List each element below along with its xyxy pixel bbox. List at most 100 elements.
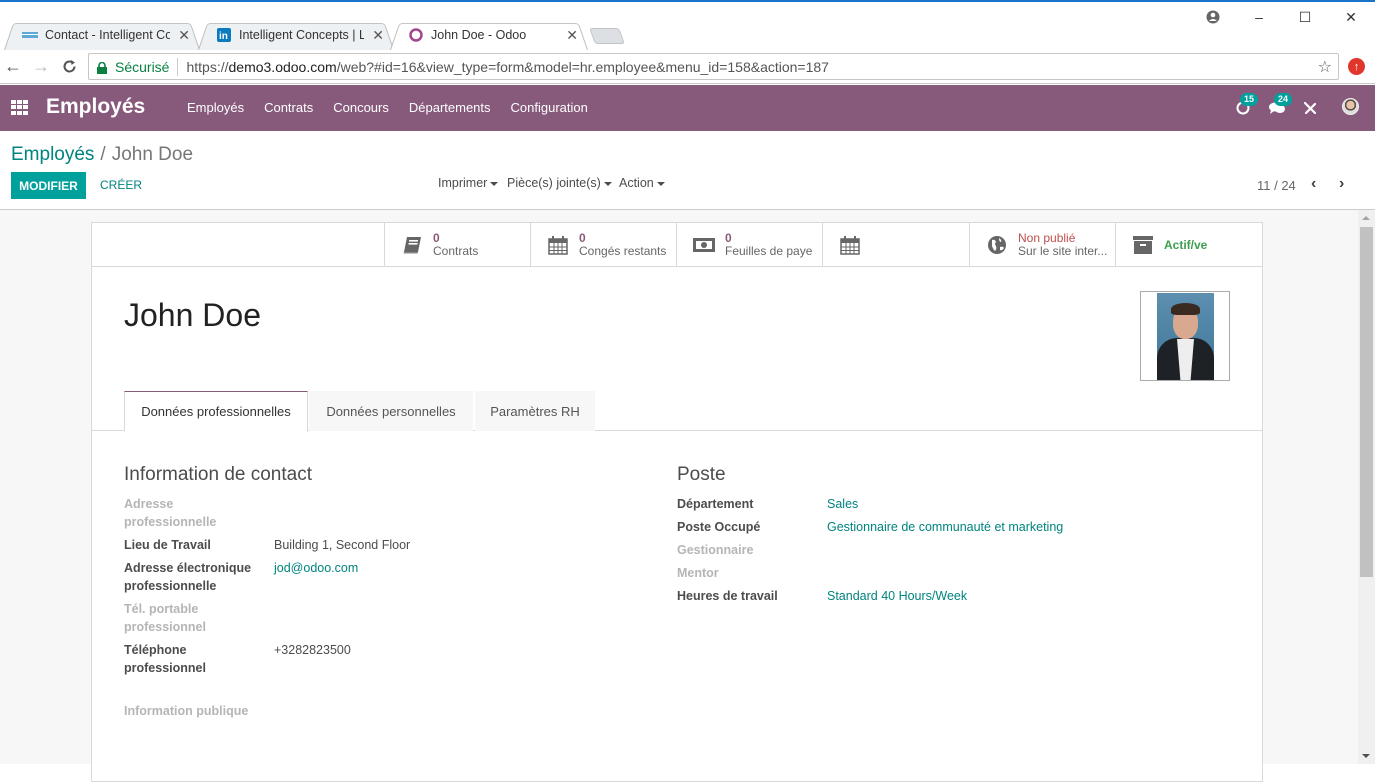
new-tab-button[interactable] xyxy=(589,28,625,44)
extension-icon[interactable]: ↑ xyxy=(1348,58,1365,75)
field-label-job-position: Poste Occupé xyxy=(677,520,761,534)
debug-tools-icon[interactable] xyxy=(1297,95,1323,121)
leaves-smart-button[interactable]: 0 Congés restants xyxy=(530,223,677,267)
messaging-button[interactable]: 24 xyxy=(1264,93,1293,121)
close-window-button[interactable]: ✕ xyxy=(1336,8,1366,26)
forward-icon[interactable]: → xyxy=(31,56,51,76)
field-value-working-hours[interactable]: Standard 40 Hours/Week xyxy=(827,587,967,605)
browser-tab-linkedin[interactable]: in Intelligent Concepts | Lin ✕ xyxy=(198,20,394,50)
calendar-icon xyxy=(839,235,861,255)
active-toggle-smart-button[interactable]: Actif/ve xyxy=(1115,223,1262,267)
field-label-work-email: Adresse électronique professionnelle xyxy=(124,561,252,593)
close-tab-icon[interactable]: ✕ xyxy=(178,27,190,44)
user-avatar[interactable] xyxy=(1342,98,1359,115)
tab-donnees-personnelles[interactable]: Données personnelles xyxy=(309,391,473,431)
field-value-work-phone: +3282823500 xyxy=(274,643,351,657)
website-publish-smart-button[interactable]: Non publié Sur le site inter... xyxy=(969,223,1116,267)
breadcrumb: Employés / John Doe xyxy=(11,144,194,165)
field-value-job-position[interactable]: Gestionnaire de communauté et marketing xyxy=(827,518,1063,536)
bookmark-star-icon[interactable]: ☆ xyxy=(1318,57,1332,77)
pager-next-icon[interactable]: › xyxy=(1339,175,1344,193)
url-input[interactable]: Sécurisé https://demo3.odoo.com/web?#id=… xyxy=(88,53,1339,80)
position-group-title: Poste xyxy=(677,464,726,485)
svg-text:in: in xyxy=(219,31,228,42)
address-bar: ← → Sécurisé https://demo3.odoo.com/web?… xyxy=(0,50,1375,84)
odoo-icon xyxy=(408,27,424,43)
scrollbar-thumb[interactable] xyxy=(1360,227,1373,577)
menu-employes[interactable]: Employés xyxy=(187,100,244,115)
caret-down-icon xyxy=(603,181,612,186)
create-button[interactable]: CRÉER xyxy=(100,178,142,192)
employee-photo[interactable] xyxy=(1140,291,1230,381)
menu-configuration[interactable]: Configuration xyxy=(511,100,588,115)
scroll-down-icon[interactable] xyxy=(1362,754,1370,758)
book-icon xyxy=(401,235,423,255)
field-label-work-phone: Téléphone professionnel xyxy=(124,643,206,675)
field-label-working-hours: Heures de travail xyxy=(677,589,778,603)
maximize-button[interactable]: ☐ xyxy=(1290,8,1320,26)
field-label-work-address: Adresse professionnelle xyxy=(124,497,217,529)
attachments-dropdown[interactable]: Pièce(s) jointe(s) xyxy=(507,176,612,190)
page-scrollbar[interactable] xyxy=(1358,210,1375,764)
close-tab-icon[interactable]: ✕ xyxy=(566,27,578,44)
profile-icon[interactable] xyxy=(1198,8,1228,26)
activity-count-badge: 15 xyxy=(1240,93,1259,106)
top-menu: Employés Contrats Concours Départements … xyxy=(187,100,608,115)
message-count-badge: 24 xyxy=(1274,93,1293,106)
print-dropdown[interactable]: Imprimer xyxy=(438,176,499,190)
app-name: Employés xyxy=(46,95,146,118)
field-label-work-location: Lieu de Travail xyxy=(124,538,211,552)
pager-value[interactable]: 11 / 24 xyxy=(1257,178,1296,193)
browser-tab-contact[interactable]: Contact - Intelligent Con ✕ xyxy=(4,20,200,50)
apps-menu-icon[interactable] xyxy=(11,100,28,115)
edit-button[interactable]: MODIFIER xyxy=(11,172,86,199)
secure-label: Sécurisé xyxy=(115,58,170,75)
browser-tabstrip: Contact - Intelligent Con ✕ in Intellige… xyxy=(0,20,1375,52)
tab-parametres-rh[interactable]: Paramètres RH xyxy=(475,391,595,431)
url-text: https://demo3.odoo.com/web?#id=16&view_t… xyxy=(186,58,829,75)
calendar-icon xyxy=(547,235,569,255)
calendar-smart-button[interactable] xyxy=(822,223,970,267)
control-panel: Employés / John Doe MODIFIER CRÉER Imprime… xyxy=(0,131,1375,210)
linkedin-icon: in xyxy=(216,27,232,43)
caret-down-icon xyxy=(490,181,499,186)
menu-concours[interactable]: Concours xyxy=(333,100,389,115)
employee-name: John Doe xyxy=(124,297,261,333)
field-value-department[interactable]: Sales xyxy=(827,495,858,513)
breadcrumb-current: John Doe xyxy=(111,144,194,165)
breadcrumb-employes[interactable]: Employés xyxy=(11,144,94,165)
payslips-smart-button[interactable]: 0 Feuilles de paye xyxy=(676,223,823,267)
close-tab-icon[interactable]: ✕ xyxy=(372,27,384,44)
field-label-coach: Mentor xyxy=(677,566,719,580)
field-value-work-email[interactable]: jod@odoo.com xyxy=(274,559,358,577)
browser-tab-odoo[interactable]: John Doe - Odoo ✕ xyxy=(390,20,588,50)
caret-down-icon xyxy=(656,181,665,186)
browser-tab-title: Intelligent Concepts | Lin xyxy=(239,28,365,42)
money-icon xyxy=(693,235,715,255)
activity-button[interactable]: 15 xyxy=(1230,93,1259,121)
lock-icon xyxy=(97,61,107,74)
field-value-work-location: Building 1, Second Floor xyxy=(274,538,411,552)
browser-tab-title: John Doe - Odoo xyxy=(431,28,527,42)
archive-icon xyxy=(1132,235,1154,255)
pager-previous-icon[interactable]: ‹ xyxy=(1311,175,1316,193)
scroll-up-icon[interactable] xyxy=(1362,216,1370,220)
notebook-tabs: Données professionnelles Données personn… xyxy=(92,391,1262,432)
contracts-smart-button[interactable]: 0 Contrats xyxy=(384,223,531,267)
form-sheet: 0 Contrats 0 Congés restants 0 Feuilles de … xyxy=(91,222,1263,782)
field-label-manager: Gestionnaire xyxy=(677,543,754,557)
tab-donnees-professionnelles[interactable]: Données professionnelles xyxy=(124,391,308,432)
back-icon[interactable]: ← xyxy=(3,56,23,76)
browser-titlebar: Contact - Intelligent Con ✕ in Intellige… xyxy=(0,0,1375,50)
menu-contrats[interactable]: Contrats xyxy=(264,100,313,115)
action-dropdown[interactable]: Action xyxy=(619,176,665,190)
minimize-button[interactable]: – xyxy=(1244,8,1274,26)
menu-departements[interactable]: Départements xyxy=(409,100,491,115)
smart-button-box: 0 Contrats 0 Congés restants 0 Feuilles de … xyxy=(92,223,1262,267)
globe-icon xyxy=(986,235,1008,255)
form-view: 0 Contrats 0 Congés restants 0 Feuilles de … xyxy=(0,210,1358,782)
intelligent-concepts-icon xyxy=(22,27,38,43)
reload-icon[interactable] xyxy=(59,56,79,76)
field-label-department: Département xyxy=(677,497,754,511)
browser-tab-title: Contact - Intelligent Con xyxy=(45,28,171,42)
